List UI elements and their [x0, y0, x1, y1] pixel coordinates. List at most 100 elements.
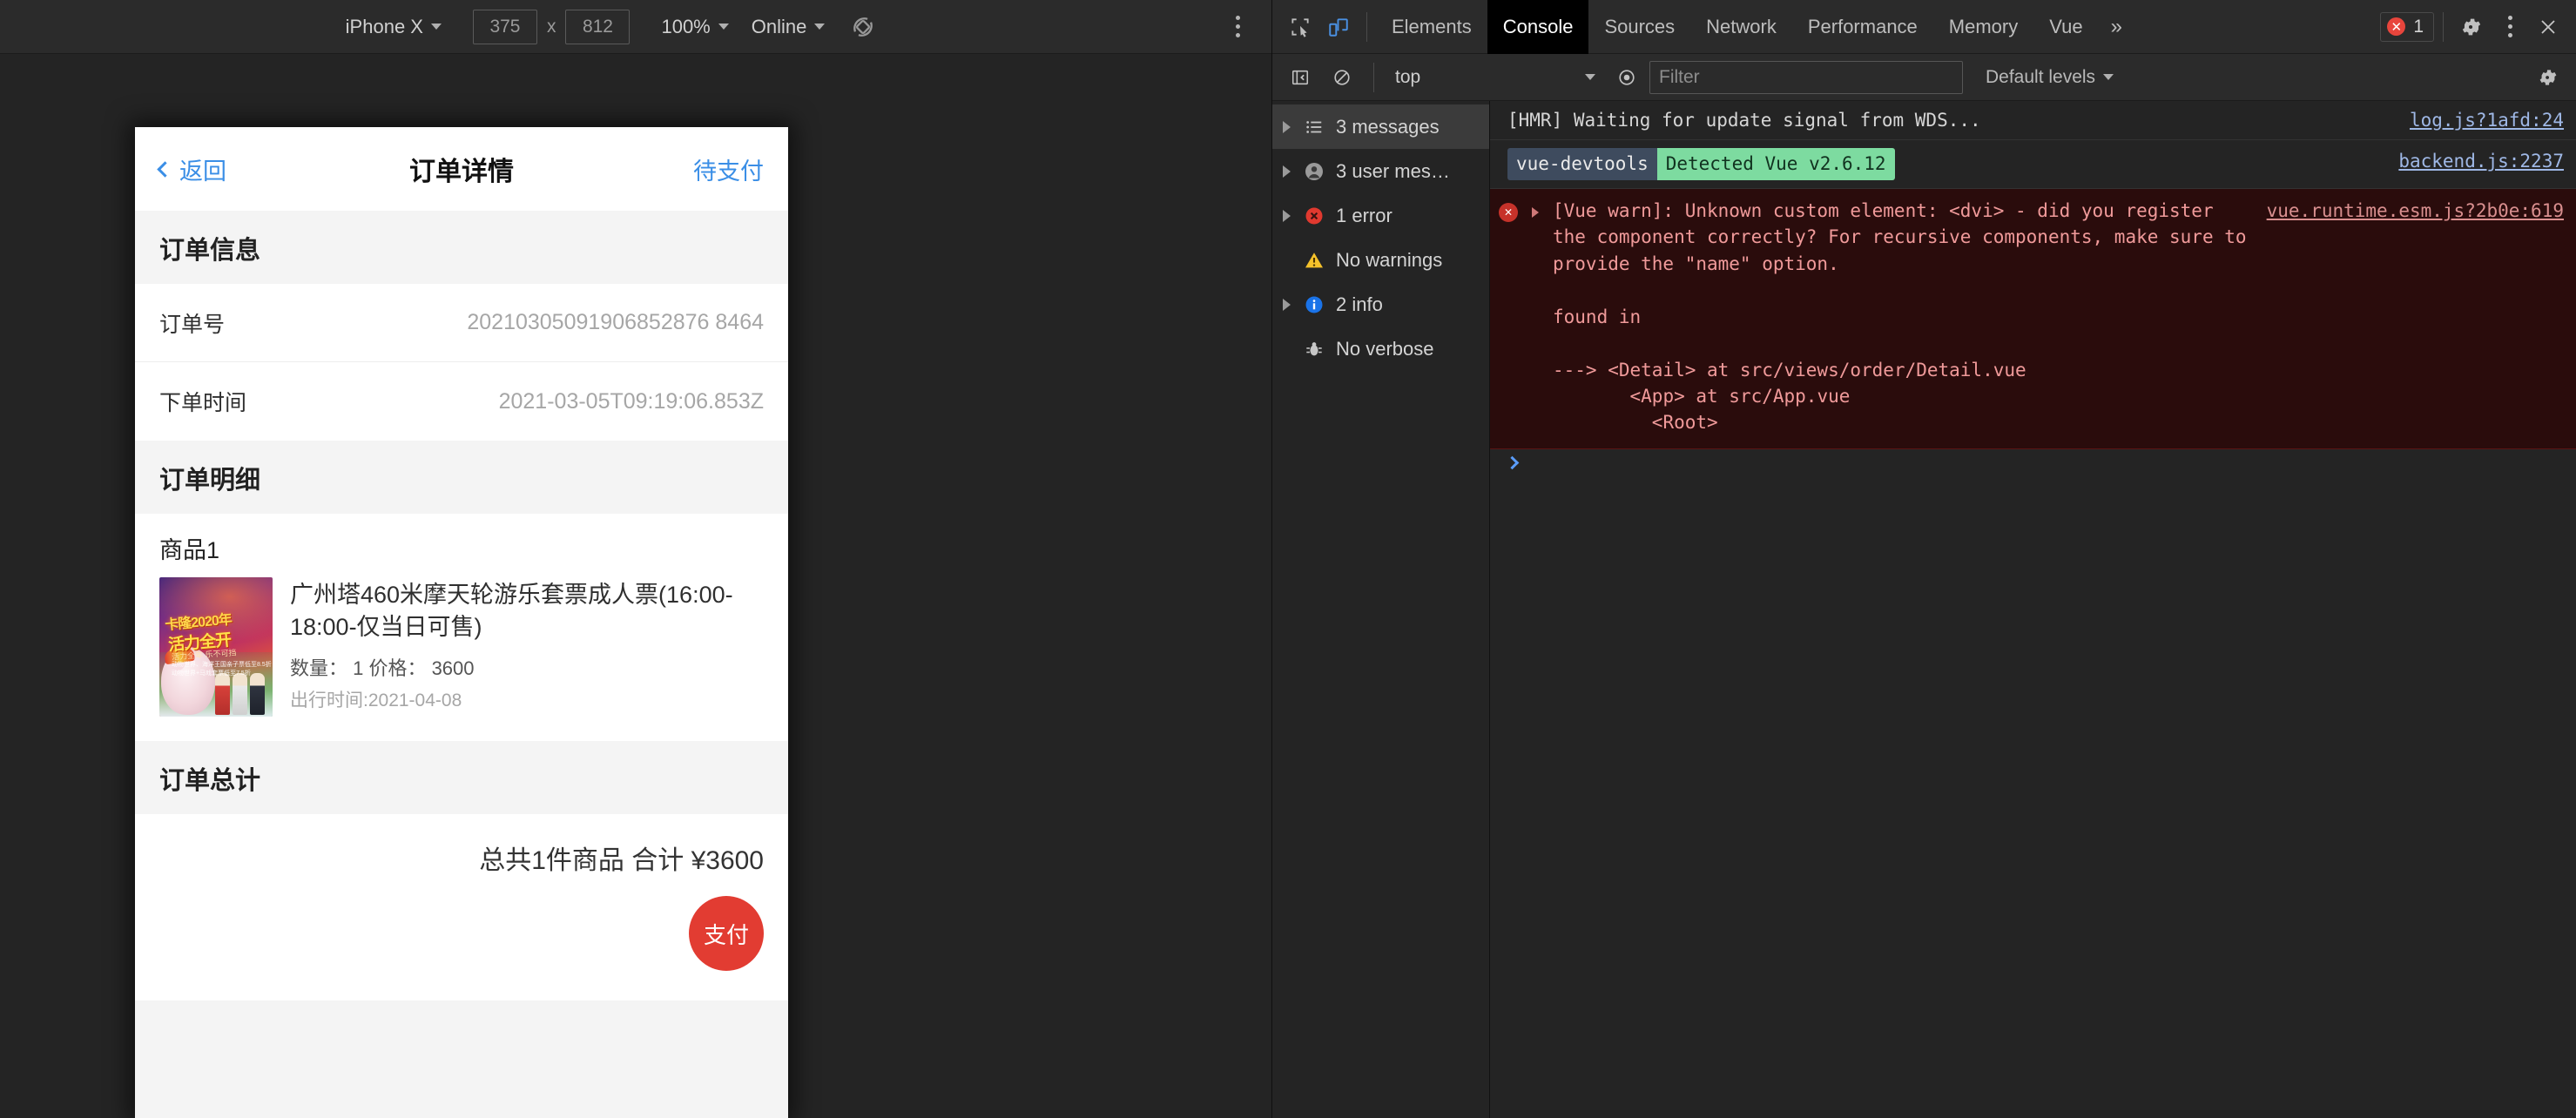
expand-triangle-icon[interactable] [1532, 206, 1539, 218]
execution-context-selector[interactable]: top [1386, 62, 1604, 93]
sidebar-item-label: No verbose [1336, 337, 1434, 360]
console-message-source-link[interactable]: log.js?1afd:24 [2410, 107, 2564, 133]
product-info: 广州塔460米摩天轮游乐套票成人票(16:00-18:00-仅当日可售) 数量：… [290, 577, 764, 717]
close-icon[interactable] [2529, 8, 2567, 46]
back-button[interactable]: 返回 [157, 152, 226, 186]
show-console-sidebar-icon[interactable] [1281, 58, 1319, 97]
toggle-device-toolbar-icon[interactable] [1319, 8, 1358, 46]
console-settings-gear-icon[interactable] [2529, 58, 2567, 97]
back-label: 返回 [179, 158, 226, 185]
expand-triangle-icon[interactable] [1283, 120, 1291, 133]
divider [2443, 11, 2444, 42]
zoom-selector[interactable]: 100% [656, 12, 733, 42]
inspect-element-icon[interactable] [1281, 8, 1319, 46]
divider [1373, 62, 1374, 92]
error-icon: ✕ [1499, 202, 1518, 222]
live-expression-icon[interactable] [1608, 58, 1646, 97]
sidebar-item-label: 1 error [1336, 204, 1393, 226]
section-title-order-detail: 订单明细 [135, 441, 788, 514]
tab-vue[interactable]: Vue [2033, 0, 2098, 54]
error-icon [1303, 205, 1325, 227]
order-time-label: 下单时间 [159, 391, 247, 415]
bug-icon [1303, 338, 1325, 360]
viewport-width-input[interactable] [472, 9, 537, 44]
expand-triangle-icon[interactable] [1283, 298, 1291, 311]
console-error-text: [Vue warn]: Unknown custom element: <dvi… [1553, 199, 2247, 434]
order-total-summary: 总共1件商品 合计 ¥3600 [479, 846, 764, 875]
console-message-text: Detected Vue v2.6.12 [1656, 148, 1895, 180]
console-message-source-link[interactable]: backend.js:2237 [2398, 148, 2564, 174]
console-filter-input[interactable] [1649, 60, 1963, 94]
execution-context-label: top [1395, 66, 1421, 87]
console-body: 3 messages 3 user mes… 1 error No warnin… [1272, 101, 2576, 1118]
sidebar-item-errors[interactable]: 1 error [1272, 193, 1489, 238]
page-title: 订单详情 [409, 158, 514, 186]
prompt-chevron-icon [1505, 455, 1520, 470]
order-status-badge[interactable]: 待支付 [693, 152, 764, 186]
expand-triangle-icon[interactable] [1283, 209, 1291, 222]
product-thumbnail-image: 卡隆2020年 活力全开 活力全年 乐不可挡 动物世界、海洋王国亲子票低至8.5… [159, 577, 273, 717]
section-title-order-info: 订单信息 [135, 211, 788, 284]
order-info-panel: 订单号 20210305091906852876 8464 下单时间 2021-… [135, 284, 788, 441]
user-icon [1303, 160, 1325, 183]
order-number-value: 20210305091906852876 8464 [467, 310, 764, 334]
more-tabs-icon[interactable]: » [2099, 15, 2134, 39]
devtools-panel: Elements Console Sources Network Perform… [1271, 0, 2576, 1118]
order-detail-panel: 商品1 卡隆2020年 活力全开 活力全年 乐不可挡 动物世界、海洋王国亲子票低… [135, 514, 788, 741]
device-name-label: iPhone X [345, 15, 423, 37]
device-toolbar: iPhone X x 100% Online [0, 0, 1271, 54]
product-index-label: 商品1 [159, 537, 220, 563]
sidebar-item-label: 2 info [1336, 293, 1383, 315]
devtools-window: iPhone X x 100% Online [0, 0, 2576, 1118]
console-message-vue-devtools[interactable]: vue-devtools Detected Vue v2.6.12 backen… [1490, 140, 2576, 189]
error-count-badge[interactable]: ✕ 1 [2380, 11, 2434, 42]
gear-icon[interactable] [2452, 8, 2491, 46]
log-levels-selector[interactable]: Default levels [1986, 67, 2114, 88]
log-levels-label: Default levels [1986, 66, 2096, 87]
list-item: 卡隆2020年 活力全开 活力全年 乐不可挡 动物世界、海洋王国亲子票低至8.5… [159, 577, 764, 717]
chevron-down-icon [814, 24, 826, 30]
sidebar-item-messages[interactable]: 3 messages [1272, 104, 1489, 149]
clear-console-icon[interactable] [1323, 58, 1361, 97]
devtools-tabbar: Elements Console Sources Network Perform… [1272, 0, 2576, 54]
order-number-label: 订单号 [159, 312, 226, 337]
sidebar-item-warnings[interactable]: No warnings [1272, 238, 1489, 282]
console-message-error[interactable]: ✕ [Vue warn]: Unknown custom element: <d… [1490, 188, 2576, 449]
phone-viewport: 返回 订单详情 待支付 订单信息 订单号 2021030509190685287… [135, 127, 788, 1118]
rotate-device-icon[interactable] [844, 8, 882, 46]
devtools-main-menu-icon[interactable] [2491, 8, 2529, 46]
tab-elements[interactable]: Elements [1376, 0, 1487, 54]
console-prompt[interactable] [1490, 449, 2576, 476]
console-message-hmr[interactable]: [HMR] Waiting for update signal from WDS… [1490, 101, 2576, 141]
device-more-options-icon[interactable] [1223, 12, 1252, 42]
sidebar-item-label: 3 messages [1336, 115, 1440, 138]
expand-triangle-icon[interactable] [1283, 165, 1291, 178]
tab-performance[interactable]: Performance [1792, 0, 1933, 54]
throttling-selector[interactable]: Online [746, 12, 831, 42]
device-selector[interactable]: iPhone X [341, 12, 447, 42]
tab-console[interactable]: Console [1487, 0, 1589, 54]
viewport-height-input[interactable] [565, 9, 631, 44]
console-message-list: [HMR] Waiting for update signal from WDS… [1490, 101, 2576, 1118]
product-qty-price: 数量： 1 价格： 3600 [290, 657, 475, 679]
console-message-source-link[interactable]: vue.runtime.esm.js?2b0e:619 [2267, 198, 2564, 224]
list-icon [1303, 116, 1325, 138]
console-message-text: [HMR] Waiting for update signal from WDS… [1507, 110, 1981, 131]
tab-sources[interactable]: Sources [1588, 0, 1690, 54]
tab-memory[interactable]: Memory [1933, 0, 2033, 54]
dimension-separator: x [546, 16, 556, 37]
warning-icon [1303, 249, 1325, 272]
sidebar-item-user-messages[interactable]: 3 user mes… [1272, 149, 1489, 193]
phone-screen: 返回 订单详情 待支付 订单信息 订单号 2021030509190685287… [135, 127, 788, 1118]
error-icon: ✕ [2387, 17, 2406, 36]
poster-line-5: 动物世界+马戏套票低至7.5折 [172, 670, 251, 677]
zoom-label: 100% [661, 15, 711, 37]
product-name: 广州塔460米摩天轮游乐套票成人票(16:00-18:00-仅当日可售) [290, 582, 733, 641]
sidebar-item-info[interactable]: 2 info [1272, 282, 1489, 327]
throttling-label: Online [751, 15, 807, 37]
section-title-order-total: 订单总计 [135, 741, 788, 814]
tab-network[interactable]: Network [1690, 0, 1792, 54]
sidebar-item-verbose[interactable]: No verbose [1272, 327, 1489, 371]
chevron-down-icon [718, 24, 729, 30]
pay-button[interactable]: 支付 [689, 896, 764, 971]
